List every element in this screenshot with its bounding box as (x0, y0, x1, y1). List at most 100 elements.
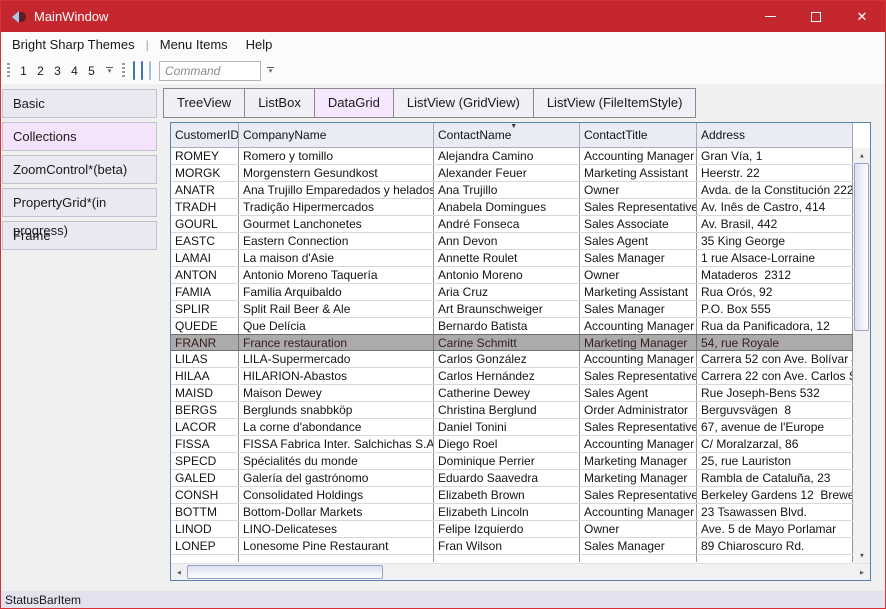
column-header-contactname[interactable]: ContactName▼ (434, 123, 580, 147)
table-row[interactable]: ANTONAntonio Moreno TaqueríaAntonio More… (171, 267, 853, 284)
table-row[interactable]: LONEPLonesome Pine RestaurantFran Wilson… (171, 538, 853, 555)
scroll-right-button[interactable]: ► (854, 568, 870, 577)
titlebar: MainWindow ✕ (1, 1, 885, 32)
table-row[interactable]: LACORLa corne d'abondanceDaniel ToniniSa… (171, 419, 853, 436)
sidebar-item-zoomcontrol-beta[interactable]: ZoomControl*(beta) (2, 155, 157, 184)
table-row[interactable]: MAISDMaison DeweyCatherine DeweySales Ag… (171, 385, 853, 402)
table-cell: Heerstr. 22 (697, 165, 853, 181)
maximize-button[interactable] (793, 1, 839, 32)
table-cell: La corne d'abondance (239, 419, 434, 435)
menu-item-bright-sharp-themes[interactable]: Bright Sharp Themes (3, 34, 144, 55)
table-cell: EASTC (171, 233, 239, 249)
vertical-scrollbar[interactable]: ▲ ▼ (853, 123, 870, 563)
table-row[interactable]: QUEDEQue DelíciaBernardo BatistaAccounti… (171, 318, 853, 335)
toolbar-button-1[interactable]: 1 (15, 61, 32, 81)
table-cell: Accounting Manager (580, 436, 697, 452)
minimize-button[interactable] (747, 1, 793, 32)
table-row[interactable]: SPLIRSplit Rail Beer & AleArt Braunschwe… (171, 301, 853, 318)
horizontal-scrollbar[interactable]: ◄ ► (171, 563, 870, 580)
column-header-customerid[interactable]: CustomerID (171, 123, 239, 147)
table-cell: Carlos Hernández (434, 368, 580, 384)
table-row[interactable]: LINODLINO-DelicatesesFelipe IzquierdoOwn… (171, 521, 853, 538)
tab-listview-fileitemstyle[interactable]: ListView (FileItemStyle) (533, 88, 697, 118)
table-cell: Order Administrator (580, 402, 697, 418)
column-header-companyname[interactable]: CompanyName (239, 123, 434, 147)
table-cell: Maison Dewey (239, 385, 434, 401)
table-row[interactable]: BERGSBerglunds snabbköpChristina Berglun… (171, 402, 853, 419)
table-row[interactable]: SPECDSpécialités du mondeDominique Perri… (171, 453, 853, 470)
tab-datagrid[interactable]: DataGrid (314, 88, 394, 118)
table-cell: MORGK (171, 165, 239, 181)
table-row[interactable]: FAMIAFamilia ArquibaldoAria CruzMarketin… (171, 284, 853, 301)
toolbar-button-4[interactable]: 4 (66, 61, 83, 81)
table-row[interactable]: LILASLILA-SupermercadoCarlos GonzálezAcc… (171, 351, 853, 368)
vertical-scroll-track[interactable] (853, 331, 870, 548)
table-cell: TRADH (171, 199, 239, 215)
toolbar-button-3[interactable]: 3 (49, 61, 66, 81)
sidebar-item-collections[interactable]: Collections (2, 122, 157, 151)
tab-listview-gridview[interactable]: ListView (GridView) (393, 88, 534, 118)
table-cell: Sales Representative (580, 199, 697, 215)
table-row[interactable]: FRANRFrance restaurationCarine SchmittMa… (171, 334, 853, 351)
table-row[interactable]: ROMEYRomero y tomilloAlejandra CaminoAcc… (171, 148, 853, 165)
scroll-left-button[interactable]: ◄ (171, 568, 187, 577)
table-cell: LAMAI (171, 250, 239, 266)
command-input[interactable] (159, 61, 261, 81)
content-area: Basic Collections ZoomControl*(beta) Proper… (1, 84, 885, 591)
close-button[interactable]: ✕ (839, 1, 885, 32)
toolbar-button-5[interactable]: 5 (83, 61, 100, 81)
sidebar-item-basic[interactable]: Basic (2, 89, 157, 118)
table-row[interactable]: EASTCEastern ConnectionAnn DevonSales Ag… (171, 233, 853, 250)
vertical-scroll-thumb[interactable] (854, 163, 869, 331)
column-header-address[interactable]: Address (697, 123, 853, 147)
toolbar-overflow-button[interactable]: ▾ (267, 67, 274, 75)
table-cell: Mataderos 2312 (697, 267, 853, 283)
table-cell: BOTTM (171, 504, 239, 520)
toolbar-button-window-maximized-icon[interactable] (139, 60, 145, 82)
column-header-contacttitle[interactable]: ContactTitle (580, 123, 697, 147)
table-row[interactable]: CONSHConsolidated HoldingsElizabeth Brow… (171, 487, 853, 504)
table-row[interactable]: FISSAFISSA Fabrica Inter. Salchichas S.A… (171, 436, 853, 453)
table-cell: Accounting Manager (580, 504, 697, 520)
table-cell: Daniel Tonini (434, 419, 580, 435)
table-row[interactable]: HILAAHILARION-AbastosCarlos HernándezSal… (171, 368, 853, 385)
table-cell: Carrera 22 con Ave. Carlos Sou (697, 368, 853, 384)
table-row[interactable]: GALEDGalería del gastrónomoEduardo Saave… (171, 470, 853, 487)
scroll-down-button[interactable]: ▼ (853, 548, 870, 563)
window-title: MainWindow (34, 9, 108, 24)
sidebar-item-frame[interactable]: Frame (2, 221, 157, 250)
table-cell: Alexander Feuer (434, 165, 580, 181)
table-cell: Sales Representative (580, 419, 697, 435)
toolbar-grip-icon[interactable] (7, 63, 10, 79)
toolbar-button-window-light-icon[interactable] (147, 60, 153, 82)
table-cell: Art Braunschweiger (434, 301, 580, 317)
table-cell: Berglunds snabbköp (239, 402, 434, 418)
scroll-left-icon: ◄ (176, 568, 182, 575)
table-row[interactable]: BOTTMBottom-Dollar MarketsElizabeth Linc… (171, 504, 853, 521)
number-toolbar: 12345 (15, 61, 100, 81)
table-cell: Spécialités du monde (239, 453, 434, 469)
menu-item-help[interactable]: Help (237, 34, 282, 55)
table-row[interactable]: ANATRAna Trujillo Emparedados y heladosA… (171, 182, 853, 199)
table-row[interactable]: MORGKMorgenstern GesundkostAlexander Feu… (171, 165, 853, 182)
table-row[interactable]: GOURLGourmet LanchonetesAndré FonsecaSal… (171, 216, 853, 233)
tab-treeview[interactable]: TreeView (163, 88, 245, 118)
table-row[interactable]: TRADHTradição HipermercadosAnabela Domin… (171, 199, 853, 216)
table-cell: Sales Agent (580, 233, 697, 249)
toolbar-tray: 12345 ▾ ▾ (1, 57, 885, 84)
menu-item-menu-items[interactable]: Menu Items (151, 34, 237, 55)
table-cell: ROMEY (171, 148, 239, 164)
table-cell: Carrera 52 con Ave. Bolívar #6 (697, 351, 853, 367)
sidebar-item-propertygrid-in-progress[interactable]: PropertyGrid*(in progress) (2, 188, 157, 217)
grid-header-row: CustomerIDCompanyNameContactName▼Contact… (171, 123, 853, 148)
table-row[interactable]: LAMAILa maison d'AsieAnnette RouletSales… (171, 250, 853, 267)
scroll-up-button[interactable]: ▲ (853, 148, 870, 163)
horizontal-scroll-thumb[interactable] (187, 565, 383, 579)
tab-listbox[interactable]: ListBox (244, 88, 315, 118)
toolbar-overflow-button[interactable]: ▾ (106, 67, 113, 75)
table-cell: Rambla de Cataluña, 23 (697, 470, 853, 486)
table-cell: Que Delícia (239, 318, 434, 334)
toolbar-button-window-normal-icon[interactable] (131, 60, 137, 82)
toolbar-button-2[interactable]: 2 (32, 61, 49, 81)
toolbar-grip-icon[interactable] (122, 63, 125, 79)
